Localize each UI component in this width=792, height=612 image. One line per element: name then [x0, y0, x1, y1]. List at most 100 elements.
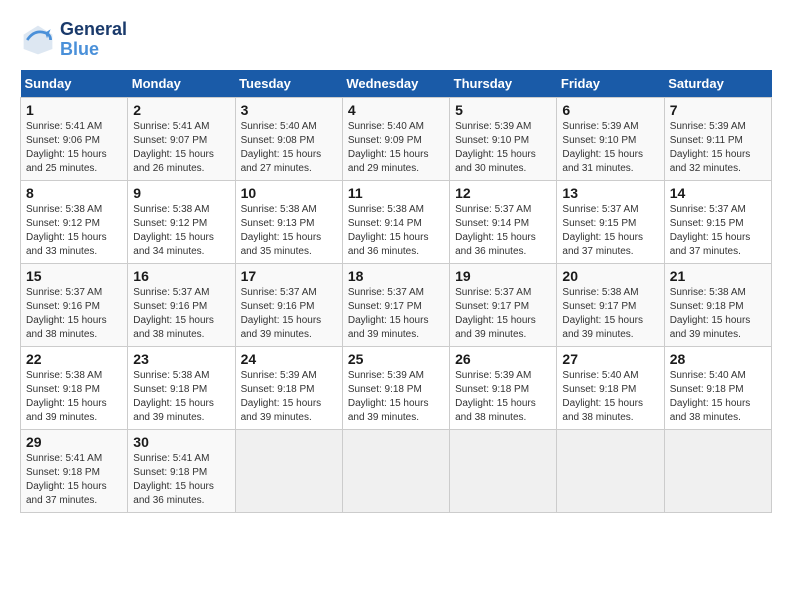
calendar-cell: 19 Sunrise: 5:37 AMSunset: 9:17 PMDaylig… [450, 263, 557, 346]
day-info: Sunrise: 5:40 AMSunset: 9:09 PMDaylight:… [348, 120, 444, 176]
day-info: Sunrise: 5:39 AMSunset: 9:11 PMDaylight:… [670, 120, 766, 176]
day-header-wednesday: Wednesday [342, 70, 449, 98]
calendar-cell: 6 Sunrise: 5:39 AMSunset: 9:10 PMDayligh… [557, 97, 664, 180]
day-number: 27 [562, 351, 658, 367]
day-number: 20 [562, 268, 658, 284]
day-header-friday: Friday [557, 70, 664, 98]
day-number: 3 [241, 102, 337, 118]
calendar-week-2: 8 Sunrise: 5:38 AMSunset: 9:12 PMDayligh… [21, 180, 772, 263]
day-number: 21 [670, 268, 766, 284]
day-info: Sunrise: 5:38 AMSunset: 9:18 PMDaylight:… [133, 369, 229, 425]
day-number: 23 [133, 351, 229, 367]
page-header: General Blue [20, 20, 772, 60]
day-info: Sunrise: 5:39 AMSunset: 9:18 PMDaylight:… [241, 369, 337, 425]
calendar-cell: 7 Sunrise: 5:39 AMSunset: 9:11 PMDayligh… [664, 97, 771, 180]
day-info: Sunrise: 5:38 AMSunset: 9:14 PMDaylight:… [348, 203, 444, 259]
calendar-week-4: 22 Sunrise: 5:38 AMSunset: 9:18 PMDaylig… [21, 346, 772, 429]
day-number: 13 [562, 185, 658, 201]
day-number: 9 [133, 185, 229, 201]
logo-icon [20, 22, 56, 58]
calendar-cell: 27 Sunrise: 5:40 AMSunset: 9:18 PMDaylig… [557, 346, 664, 429]
day-info: Sunrise: 5:40 AMSunset: 9:18 PMDaylight:… [670, 369, 766, 425]
calendar-cell: 18 Sunrise: 5:37 AMSunset: 9:17 PMDaylig… [342, 263, 449, 346]
day-header-sunday: Sunday [21, 70, 128, 98]
calendar-cell: 24 Sunrise: 5:39 AMSunset: 9:18 PMDaylig… [235, 346, 342, 429]
day-number: 22 [26, 351, 122, 367]
day-info: Sunrise: 5:40 AMSunset: 9:18 PMDaylight:… [562, 369, 658, 425]
day-number: 16 [133, 268, 229, 284]
calendar-cell [557, 429, 664, 512]
calendar-cell: 21 Sunrise: 5:38 AMSunset: 9:18 PMDaylig… [664, 263, 771, 346]
day-info: Sunrise: 5:37 AMSunset: 9:16 PMDaylight:… [26, 286, 122, 342]
day-info: Sunrise: 5:41 AMSunset: 9:18 PMDaylight:… [26, 452, 122, 508]
day-number: 25 [348, 351, 444, 367]
calendar-cell: 17 Sunrise: 5:37 AMSunset: 9:16 PMDaylig… [235, 263, 342, 346]
day-info: Sunrise: 5:38 AMSunset: 9:18 PMDaylight:… [26, 369, 122, 425]
day-info: Sunrise: 5:39 AMSunset: 9:18 PMDaylight:… [455, 369, 551, 425]
day-number: 11 [348, 185, 444, 201]
calendar-cell: 22 Sunrise: 5:38 AMSunset: 9:18 PMDaylig… [21, 346, 128, 429]
calendar-cell [235, 429, 342, 512]
day-info: Sunrise: 5:37 AMSunset: 9:17 PMDaylight:… [348, 286, 444, 342]
calendar-cell: 15 Sunrise: 5:37 AMSunset: 9:16 PMDaylig… [21, 263, 128, 346]
day-number: 30 [133, 434, 229, 450]
day-info: Sunrise: 5:41 AMSunset: 9:07 PMDaylight:… [133, 120, 229, 176]
calendar-cell: 2 Sunrise: 5:41 AMSunset: 9:07 PMDayligh… [128, 97, 235, 180]
calendar-cell: 26 Sunrise: 5:39 AMSunset: 9:18 PMDaylig… [450, 346, 557, 429]
calendar-cell: 20 Sunrise: 5:38 AMSunset: 9:17 PMDaylig… [557, 263, 664, 346]
day-number: 6 [562, 102, 658, 118]
day-info: Sunrise: 5:37 AMSunset: 9:16 PMDaylight:… [133, 286, 229, 342]
calendar-cell: 12 Sunrise: 5:37 AMSunset: 9:14 PMDaylig… [450, 180, 557, 263]
calendar-week-3: 15 Sunrise: 5:37 AMSunset: 9:16 PMDaylig… [21, 263, 772, 346]
calendar-cell: 3 Sunrise: 5:40 AMSunset: 9:08 PMDayligh… [235, 97, 342, 180]
calendar-cell [450, 429, 557, 512]
day-info: Sunrise: 5:41 AMSunset: 9:06 PMDaylight:… [26, 120, 122, 176]
day-number: 15 [26, 268, 122, 284]
day-info: Sunrise: 5:37 AMSunset: 9:15 PMDaylight:… [562, 203, 658, 259]
calendar-cell: 4 Sunrise: 5:40 AMSunset: 9:09 PMDayligh… [342, 97, 449, 180]
day-number: 12 [455, 185, 551, 201]
logo: General Blue [20, 20, 127, 60]
day-number: 5 [455, 102, 551, 118]
day-info: Sunrise: 5:40 AMSunset: 9:08 PMDaylight:… [241, 120, 337, 176]
day-info: Sunrise: 5:39 AMSunset: 9:18 PMDaylight:… [348, 369, 444, 425]
calendar-cell: 13 Sunrise: 5:37 AMSunset: 9:15 PMDaylig… [557, 180, 664, 263]
day-number: 17 [241, 268, 337, 284]
day-number: 4 [348, 102, 444, 118]
day-number: 8 [26, 185, 122, 201]
day-info: Sunrise: 5:38 AMSunset: 9:18 PMDaylight:… [670, 286, 766, 342]
calendar-week-5: 29 Sunrise: 5:41 AMSunset: 9:18 PMDaylig… [21, 429, 772, 512]
day-header-tuesday: Tuesday [235, 70, 342, 98]
day-number: 26 [455, 351, 551, 367]
calendar-cell [342, 429, 449, 512]
calendar-table: SundayMondayTuesdayWednesdayThursdayFrid… [20, 70, 772, 513]
day-number: 18 [348, 268, 444, 284]
calendar-cell: 16 Sunrise: 5:37 AMSunset: 9:16 PMDaylig… [128, 263, 235, 346]
day-number: 1 [26, 102, 122, 118]
calendar-cell: 5 Sunrise: 5:39 AMSunset: 9:10 PMDayligh… [450, 97, 557, 180]
day-number: 10 [241, 185, 337, 201]
logo-text: General Blue [60, 20, 127, 60]
calendar-week-1: 1 Sunrise: 5:41 AMSunset: 9:06 PMDayligh… [21, 97, 772, 180]
day-info: Sunrise: 5:39 AMSunset: 9:10 PMDaylight:… [455, 120, 551, 176]
calendar-cell [664, 429, 771, 512]
calendar-cell: 11 Sunrise: 5:38 AMSunset: 9:14 PMDaylig… [342, 180, 449, 263]
calendar-cell: 9 Sunrise: 5:38 AMSunset: 9:12 PMDayligh… [128, 180, 235, 263]
calendar-cell: 14 Sunrise: 5:37 AMSunset: 9:15 PMDaylig… [664, 180, 771, 263]
day-info: Sunrise: 5:41 AMSunset: 9:18 PMDaylight:… [133, 452, 229, 508]
day-number: 7 [670, 102, 766, 118]
calendar-cell: 28 Sunrise: 5:40 AMSunset: 9:18 PMDaylig… [664, 346, 771, 429]
day-number: 29 [26, 434, 122, 450]
day-info: Sunrise: 5:38 AMSunset: 9:13 PMDaylight:… [241, 203, 337, 259]
day-number: 24 [241, 351, 337, 367]
calendar-cell: 29 Sunrise: 5:41 AMSunset: 9:18 PMDaylig… [21, 429, 128, 512]
day-info: Sunrise: 5:37 AMSunset: 9:16 PMDaylight:… [241, 286, 337, 342]
day-info: Sunrise: 5:39 AMSunset: 9:10 PMDaylight:… [562, 120, 658, 176]
day-info: Sunrise: 5:38 AMSunset: 9:17 PMDaylight:… [562, 286, 658, 342]
day-info: Sunrise: 5:38 AMSunset: 9:12 PMDaylight:… [26, 203, 122, 259]
calendar-cell: 30 Sunrise: 5:41 AMSunset: 9:18 PMDaylig… [128, 429, 235, 512]
day-header-saturday: Saturday [664, 70, 771, 98]
day-number: 28 [670, 351, 766, 367]
calendar-cell: 1 Sunrise: 5:41 AMSunset: 9:06 PMDayligh… [21, 97, 128, 180]
day-number: 19 [455, 268, 551, 284]
